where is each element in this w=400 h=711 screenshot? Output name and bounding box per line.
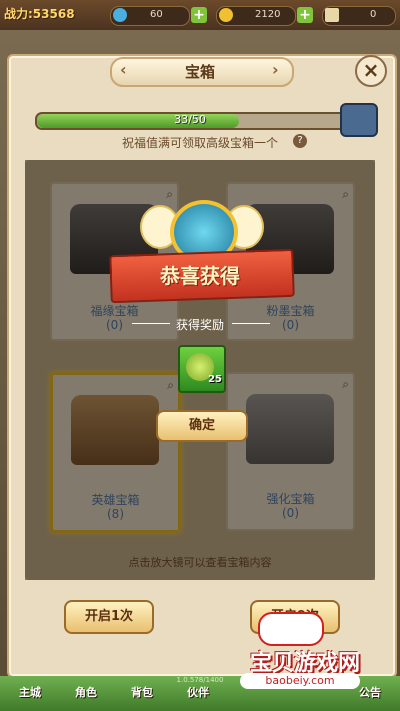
close-button[interactable]: ×: [355, 55, 387, 87]
add-gem-button[interactable]: +: [191, 7, 207, 23]
bless-description: 祝福值满可领取高级宝箱一个: [121, 136, 278, 150]
open-once-button[interactable]: 开启1次: [64, 600, 154, 634]
nav-bag[interactable]: 背包: [122, 684, 162, 700]
reward-label: 获得奖励: [175, 318, 224, 332]
reward-item-count: 25: [208, 374, 222, 385]
nav-partner[interactable]: 伙伴: [178, 684, 218, 700]
combat-power: 战力:53568: [4, 7, 75, 21]
gamepad-logo-icon: [258, 612, 324, 646]
watermark-url: baobeiy.com: [240, 673, 360, 689]
dialog-title: 宝箱: [184, 63, 215, 81]
gem-icon: [113, 8, 127, 22]
ticket-amount: 0: [370, 9, 377, 20]
gold-icon: [219, 8, 233, 22]
advanced-chest-icon[interactable]: [340, 103, 378, 137]
nav-character[interactable]: 角色: [66, 684, 106, 700]
gem-amount: 60: [150, 9, 163, 20]
nav-main-city[interactable]: 主城: [10, 684, 50, 700]
add-gold-button[interactable]: +: [297, 7, 313, 23]
version-text: 1.0.578/1400: [176, 676, 224, 684]
congrats-text: 恭喜获得: [160, 264, 240, 288]
ticket-icon: [325, 8, 339, 22]
help-icon[interactable]: ?: [293, 134, 307, 148]
gold-amount: 2120: [255, 9, 281, 20]
confirm-button[interactable]: 确定: [156, 410, 248, 442]
bless-progress-text: 33/50: [174, 113, 206, 126]
